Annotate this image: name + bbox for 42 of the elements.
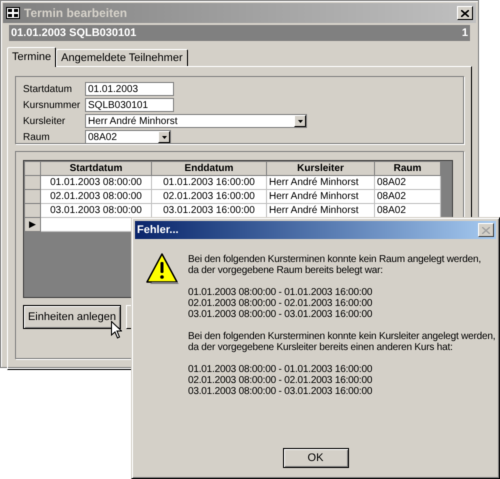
close-button[interactable] <box>457 6 473 20</box>
mouse-cursor-icon <box>111 321 122 339</box>
column-header[interactable]: Raum <box>374 162 440 176</box>
field-label: Startdatum <box>23 82 73 96</box>
close-button[interactable] <box>478 223 494 237</box>
table-cell: Herr André Minhorst <box>266 190 374 204</box>
field-label: Kursleiter <box>23 114 66 128</box>
table-cell: 08A02 <box>374 190 440 204</box>
column-header[interactable]: Kursleiter <box>266 162 374 176</box>
field-label: Kursnummer <box>23 98 82 112</box>
tab[interactable]: Angemeldete Teilnehmer <box>56 49 188 66</box>
record-number: 1 <box>462 26 468 41</box>
table-cell: 02.01.2003 08:00:00 <box>40 190 152 204</box>
window-title: Termin bearbeiten <box>24 5 128 22</box>
column-header[interactable]: Enddatum <box>152 162 266 176</box>
table-cell: Herr André Minhorst <box>266 176 374 190</box>
table-cell: 08A02 <box>374 176 440 190</box>
new-record-marker: ▶ <box>24 218 40 232</box>
dialog-title: Fehler... <box>137 222 179 238</box>
ok-button[interactable]: OK <box>282 448 348 468</box>
table-cell: 01.01.2003 16:00:00 <box>152 176 266 190</box>
close-icon <box>482 226 490 234</box>
column-header[interactable]: Startdatum <box>40 162 152 176</box>
message-text: 01.01.2003 08:00:00 - 01.01.2003 16:00:00 02.01.2003 08:00:00 - 02.01.2003 16:00:00 03.01.2003 08:00:00 - 03.01.2003 16:00:00 <box>188 287 374 320</box>
form-icon <box>6 7 20 19</box>
dropdown-arrow-icon <box>298 120 302 122</box>
warning-icon <box>146 253 180 285</box>
table-cell: 02.01.2003 16:00:00 <box>152 190 266 204</box>
message-text: Bei den folgenden Kursterminen konnte kein Raum angelegt werden, da der vorgegebene Raum bereits belegt war: <box>188 254 482 276</box>
tab[interactable]: Termine <box>7 47 56 67</box>
dropdown-arrow-icon <box>162 136 166 138</box>
message-text: 01.01.2003 08:00:00 - 01.01.2003 16:00:00 02.01.2003 08:00:00 - 02.01.2003 16:00:00 03.01.2003 08:00:00 - 03.01.2003 16:00:00 <box>188 364 374 397</box>
field-label: Raum <box>23 130 51 144</box>
record-title: 01.01.2003 SQLB030101 <box>11 26 136 41</box>
create-units-button[interactable]: Einheiten anlegen <box>23 305 121 329</box>
dropdown-field[interactable]: Herr André Minhorst <box>85 114 307 128</box>
dropdown-field[interactable]: 08A02 <box>85 130 171 144</box>
message-text: Bei den folgenden Kursterminen konnte kein Kursleiter angelegt werden, da der vorgegebene Kursleiter bereits einen anderen Kurs hat: <box>188 331 496 353</box>
table-cell: 01.01.2003 08:00:00 <box>40 176 152 190</box>
input-field[interactable]: SQLB030101 <box>85 98 174 112</box>
input-field[interactable]: 01.01.2003 <box>85 82 174 96</box>
close-icon <box>461 10 469 16</box>
